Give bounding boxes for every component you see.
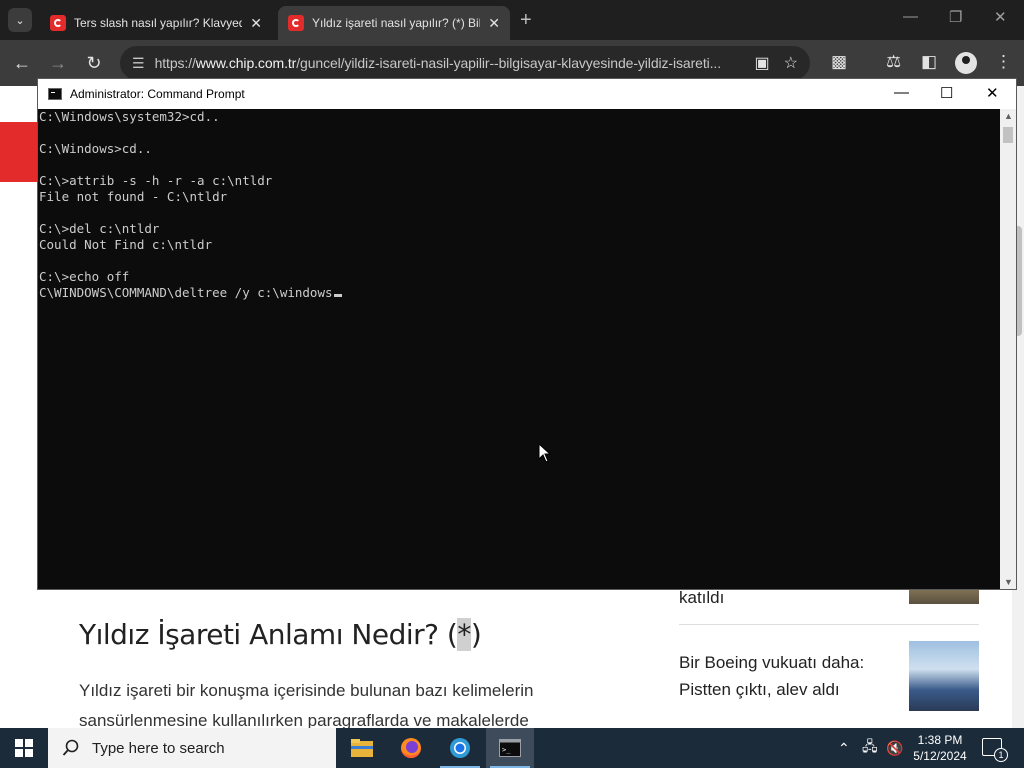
file-explorer-icon[interactable] [338,728,386,768]
browser-tab-1[interactable]: Ters slash nasıl yapılır? Klavyede ✕ [40,6,272,40]
scroll-up-arrow-icon[interactable]: ▲ [1004,111,1013,121]
cmd-titlebar[interactable]: Administrator: Command Prompt [38,79,1016,109]
mouse-pointer-icon [538,443,552,463]
volume-muted-icon[interactable]: 🔇 [886,728,903,768]
profile-avatar-icon[interactable] [955,52,977,74]
windows-taskbar: Type here to search >_ ⌃ 🖧 🔇 1:38 PM 5/1… [0,728,1024,768]
back-arrow-icon[interactable]: ← [9,50,35,76]
install-app-icon[interactable]: ▣ [755,53,770,73]
console-line: C:\>echo off [39,269,130,284]
chip-favicon-icon [288,15,304,31]
new-tab-plus-icon[interactable]: + [520,9,532,32]
console-line: C:\Windows>cd.. [39,141,152,156]
cmd-scrollbar[interactable]: ▲ ▼ [1000,109,1016,589]
show-hidden-icons-chevron-icon[interactable]: ⌃ [838,728,850,768]
article-paragraph: Yıldız işareti bir konuşma içerisinde bu… [79,681,534,730]
article-heading: Yıldız İşareti Anlamı Nedir? (*) [79,618,482,651]
notification-count-badge: 1 [994,748,1008,762]
console-line: C:\Windows\system32>cd.. [39,109,220,124]
console-line: Could Not Find c:\ntldr [39,237,213,252]
tab-close-icon[interactable]: ✕ [488,15,500,32]
desktop: ⌄ Ters slash nasıl yapılır? Klavyede ✕ Y… [0,0,1024,768]
browser-minimize-icon[interactable]: — [903,8,918,25]
search-placeholder: Type here to search [92,739,225,757]
console-command: C\WINDOWS\COMMAND\deltree /y c:\windows [39,285,333,300]
reload-icon[interactable]: ↻ [81,50,107,76]
network-icon[interactable]: 🖧 [862,728,878,768]
cmd-title: Administrator: Command Prompt [70,87,245,101]
command-prompt-taskbar-icon[interactable]: >_ [486,728,534,768]
chip-logo[interactable] [0,122,38,182]
menu-kebab-icon[interactable]: ⋮ [995,52,1012,72]
tab-title: Ters slash nasıl yapılır? Klavyede [74,16,243,30]
taskbar-search-box[interactable]: Type here to search [48,728,336,768]
browser-tab-2[interactable]: Yıldız işareti nasıl yapılır? (*) Bil ✕ [278,6,510,40]
tab-search-chevron-icon[interactable]: ⌄ [8,8,32,32]
address-bar[interactable]: ☰ https://www.chip.com.tr/guncel/yildiz-… [120,46,810,80]
browser-close-icon[interactable]: ✕ [994,8,1007,26]
svg-text:>_: >_ [502,746,511,754]
taskbar-clock[interactable]: 1:38 PM 5/12/2024 [905,732,975,764]
console-line: C:\>attrib -s -h -r -a c:\ntldr [39,173,273,188]
browser-restore-icon[interactable]: ❐ [949,8,962,26]
labs-flask-icon[interactable]: ⚖ [886,52,901,72]
sidebar-news-item[interactable]: Bir Boeing vukuatı daha: Pistten çıktı, … [679,649,889,703]
command-prompt-window[interactable]: Administrator: Command Prompt — ☐ ✕ C:\W… [38,79,1016,589]
chip-favicon-icon [50,15,66,31]
cmd-close-icon[interactable]: ✕ [986,84,999,102]
browser-tabstrip: ⌄ Ters slash nasıl yapılır? Klavyede ✕ Y… [0,0,1024,40]
text-cursor [333,294,342,297]
chrome-icon[interactable] [436,728,484,768]
start-windows-icon[interactable] [0,728,48,768]
console-input-line[interactable]: C\WINDOWS\COMMAND\deltree /y c:\windows [39,285,1000,301]
cmd-scrollbar-thumb[interactable] [1003,127,1013,143]
cmd-minimize-icon[interactable]: — [894,84,909,101]
url-text[interactable]: https://www.chip.com.tr/guncel/yildiz-is… [155,55,745,71]
extensions-puzzle-icon[interactable]: ▩ [831,52,847,72]
bookmark-star-icon[interactable]: ☆ [784,53,798,73]
site-settings-icon[interactable]: ☰ [132,55,145,72]
cmd-app-icon [48,88,62,100]
tab-title: Yıldız işareti nasıl yapılır? (*) Bil [312,16,481,30]
search-icon [62,739,79,756]
forward-arrow-icon[interactable]: → [45,50,71,76]
boeing-news-thumbnail[interactable] [909,641,979,711]
cmd-maximize-icon[interactable]: ☐ [940,84,953,102]
side-panel-icon[interactable]: ◧ [921,52,937,72]
cmd-console-output[interactable]: C:\Windows\system32>cd.. C:\Windows>cd..… [38,109,1000,589]
clock-time: 1:38 PM [917,733,963,747]
clock-date: 5/12/2024 [913,749,967,763]
scroll-down-arrow-icon[interactable]: ▼ [1004,577,1013,587]
sidebar-divider [679,624,979,625]
firefox-icon[interactable] [387,728,435,768]
console-line: C:\>del c:\ntldr [39,221,160,236]
console-line: File not found - C:\ntldr [39,189,228,204]
tab-close-icon[interactable]: ✕ [250,15,262,32]
